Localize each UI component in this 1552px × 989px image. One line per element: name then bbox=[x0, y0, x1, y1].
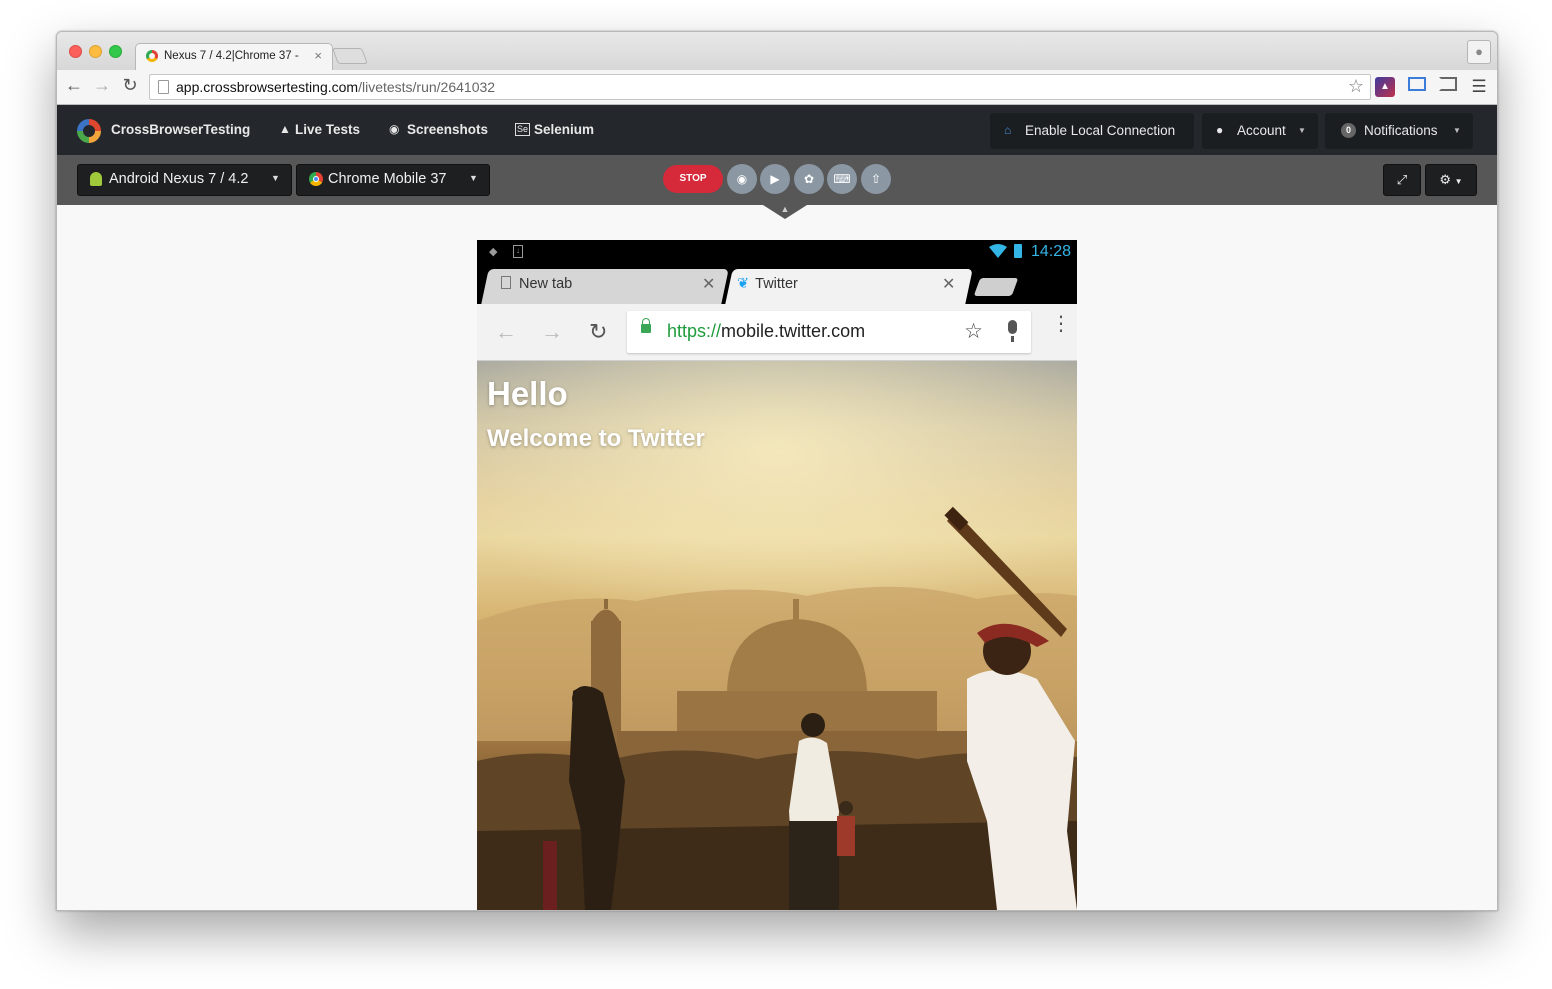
profile-icon[interactable]: ● bbox=[1467, 40, 1491, 64]
android-toolbar: ← → ↻ https://mobile.twitter.com ☆ ⋮ bbox=[477, 304, 1077, 361]
android-tab-strip: New tab ✕ ❦ Twitter ✕ bbox=[477, 266, 1077, 304]
chevron-down-icon: ▼ bbox=[469, 173, 478, 183]
browser-select[interactable]: Chrome Mobile 37 ▼ bbox=[296, 164, 490, 196]
android-icon bbox=[90, 172, 102, 186]
browser-window: Nexus 7 / 4.2|Chrome 37 - × ● ← → ↻ app.… bbox=[56, 31, 1498, 911]
upload-icon[interactable]: ⇧ bbox=[861, 164, 891, 194]
chevron-down-icon: ▼ bbox=[1298, 126, 1306, 135]
microphone-icon[interactable] bbox=[1008, 320, 1017, 342]
hero-subtitle: Welcome to Twitter bbox=[487, 425, 705, 452]
chrome-menu-icon[interactable]: ☰ bbox=[1469, 77, 1489, 97]
new-tab-button[interactable] bbox=[973, 278, 1019, 296]
address-url[interactable]: app.crossbrowsertesting.com/livetests/ru… bbox=[176, 79, 495, 95]
home-icon: ⌂ bbox=[1004, 123, 1012, 137]
network-icon[interactable]: ✿ bbox=[794, 164, 824, 194]
notifications-count-badge: 0 bbox=[1341, 123, 1356, 138]
twitter-hero-image: Hello Welcome to Twitter bbox=[477, 361, 1077, 910]
forward-icon[interactable]: → bbox=[91, 75, 113, 96]
url-scheme: https:// bbox=[667, 321, 722, 341]
tab-favicon-icon bbox=[146, 50, 158, 62]
back-icon[interactable]: ← bbox=[63, 75, 85, 96]
chrome-icon bbox=[309, 172, 323, 186]
flask-icon: ▲ bbox=[279, 122, 291, 136]
nav-selenium[interactable]: Selenium bbox=[534, 122, 594, 137]
account-menu-button[interactable]: ● Account ▼ bbox=[1202, 113, 1318, 149]
cast-icon[interactable] bbox=[1438, 77, 1458, 97]
tab-strip: Nexus 7 / 4.2|Chrome 37 - × ● bbox=[57, 32, 1497, 71]
live-test-control-bar: Android Nexus 7 / 4.2 ▼ Chrome Mobile 37… bbox=[57, 155, 1497, 205]
device-screen[interactable]: ◆ ↓ 14:28 New tab ✕ ❦ Twitter ✕ ← → ↻ ht… bbox=[477, 240, 1077, 910]
brand-name[interactable]: CrossBrowserTesting bbox=[111, 122, 250, 137]
page-icon bbox=[501, 276, 511, 289]
usb-debug-icon: ◆ bbox=[489, 246, 498, 258]
tab-close-icon[interactable]: × bbox=[314, 48, 322, 63]
screenshot-extension-icon[interactable] bbox=[1407, 77, 1427, 97]
settings-menu-button[interactable]: ⚙ ▼ bbox=[1425, 164, 1477, 196]
selenium-icon: Se bbox=[515, 123, 531, 136]
minimize-window-button[interactable] bbox=[89, 45, 102, 58]
browser-select-value: Chrome Mobile 37 bbox=[328, 171, 447, 187]
reload-icon[interactable]: ↻ bbox=[589, 319, 607, 345]
address-bar[interactable]: app.crossbrowsertesting.com/livetests/ru… bbox=[149, 74, 1371, 100]
twitter-tab-label-group: ❦ Twitter bbox=[737, 276, 798, 292]
bookmark-star-icon[interactable]: ☆ bbox=[964, 319, 983, 344]
new-tab-button[interactable] bbox=[332, 48, 368, 64]
extension-icon[interactable]: ▲ bbox=[1375, 77, 1395, 97]
camera-icon: ◉ bbox=[389, 122, 400, 136]
download-icon: ↓ bbox=[513, 245, 523, 258]
tab-title: Nexus 7 / 4.2|Chrome 37 - bbox=[164, 50, 299, 62]
lock-icon bbox=[641, 318, 651, 333]
notifications-label: Notifications bbox=[1364, 123, 1438, 138]
back-icon[interactable]: ← bbox=[495, 319, 517, 345]
nav-screenshots[interactable]: Screenshots bbox=[407, 122, 488, 137]
tab-label: Twitter bbox=[755, 276, 798, 292]
android-status-bar: ◆ ↓ 14:28 bbox=[477, 240, 1077, 266]
chevron-up-icon[interactable]: ▲ bbox=[778, 204, 792, 214]
os-select-value: Android Nexus 7 / 4.2 bbox=[109, 171, 249, 187]
wifi-icon bbox=[989, 244, 1007, 258]
chevron-down-icon: ▼ bbox=[1454, 177, 1463, 186]
nav-live-tests[interactable]: Live Tests bbox=[295, 122, 360, 137]
url-domain: app.crossbrowsertesting.com bbox=[176, 79, 359, 95]
status-time: 14:28 bbox=[1030, 243, 1071, 260]
video-icon[interactable]: ▶ bbox=[760, 164, 790, 194]
hero-title: Hello bbox=[487, 375, 568, 412]
chevron-down-icon: ▼ bbox=[271, 173, 280, 183]
page-icon bbox=[158, 80, 169, 94]
cbt-logo-icon[interactable] bbox=[77, 119, 101, 143]
tab-label: New tab bbox=[519, 276, 573, 292]
android-address-bar[interactable]: https://mobile.twitter.com ☆ bbox=[627, 311, 1031, 353]
account-label: Account bbox=[1237, 123, 1286, 138]
keyboard-icon[interactable]: ⌨ bbox=[827, 164, 857, 194]
close-icon[interactable]: ✕ bbox=[702, 274, 715, 294]
camera-icon[interactable]: ◉ bbox=[727, 164, 757, 194]
url-host: mobile.twitter.com bbox=[721, 321, 866, 341]
forward-icon[interactable]: → bbox=[541, 319, 563, 345]
twitter-bird-icon: ❦ bbox=[737, 276, 750, 292]
chevron-down-icon: ▼ bbox=[1453, 126, 1461, 135]
close-window-button[interactable] bbox=[69, 45, 82, 58]
battery-icon bbox=[1014, 244, 1022, 258]
zoom-window-button[interactable] bbox=[109, 45, 122, 58]
browser-toolbar: ← → ↻ app.crossbrowsertesting.com/livete… bbox=[57, 70, 1497, 105]
overflow-menu-icon[interactable]: ⋮ bbox=[1051, 314, 1071, 334]
enable-local-connection-button[interactable]: ⌂ Enable Local Connection bbox=[990, 113, 1194, 149]
user-icon: ● bbox=[1216, 123, 1224, 137]
os-select[interactable]: Android Nexus 7 / 4.2 ▼ bbox=[77, 164, 292, 196]
close-icon[interactable]: ✕ bbox=[942, 274, 955, 294]
gear-icon: ⚙ bbox=[1439, 172, 1452, 187]
reload-icon[interactable]: ↻ bbox=[119, 75, 141, 96]
browser-tab[interactable]: Nexus 7 / 4.2|Chrome 37 - × bbox=[135, 43, 333, 71]
stop-button[interactable]: STOP bbox=[663, 165, 723, 193]
bookmark-star-icon[interactable]: ☆ bbox=[1348, 76, 1364, 97]
cbt-navbar: CrossBrowserTesting ▲ Live Tests ◉ Scree… bbox=[57, 105, 1497, 155]
fullscreen-icon[interactable]: ⤢ bbox=[1383, 164, 1421, 196]
new-tab-label-group: New tab bbox=[501, 276, 572, 292]
android-url[interactable]: https://mobile.twitter.com bbox=[667, 321, 865, 342]
url-path: /livetests/run/2641032 bbox=[358, 79, 496, 95]
enable-local-label: Enable Local Connection bbox=[1025, 123, 1176, 138]
notifications-menu-button[interactable]: 0 Notifications ▼ bbox=[1325, 113, 1473, 149]
